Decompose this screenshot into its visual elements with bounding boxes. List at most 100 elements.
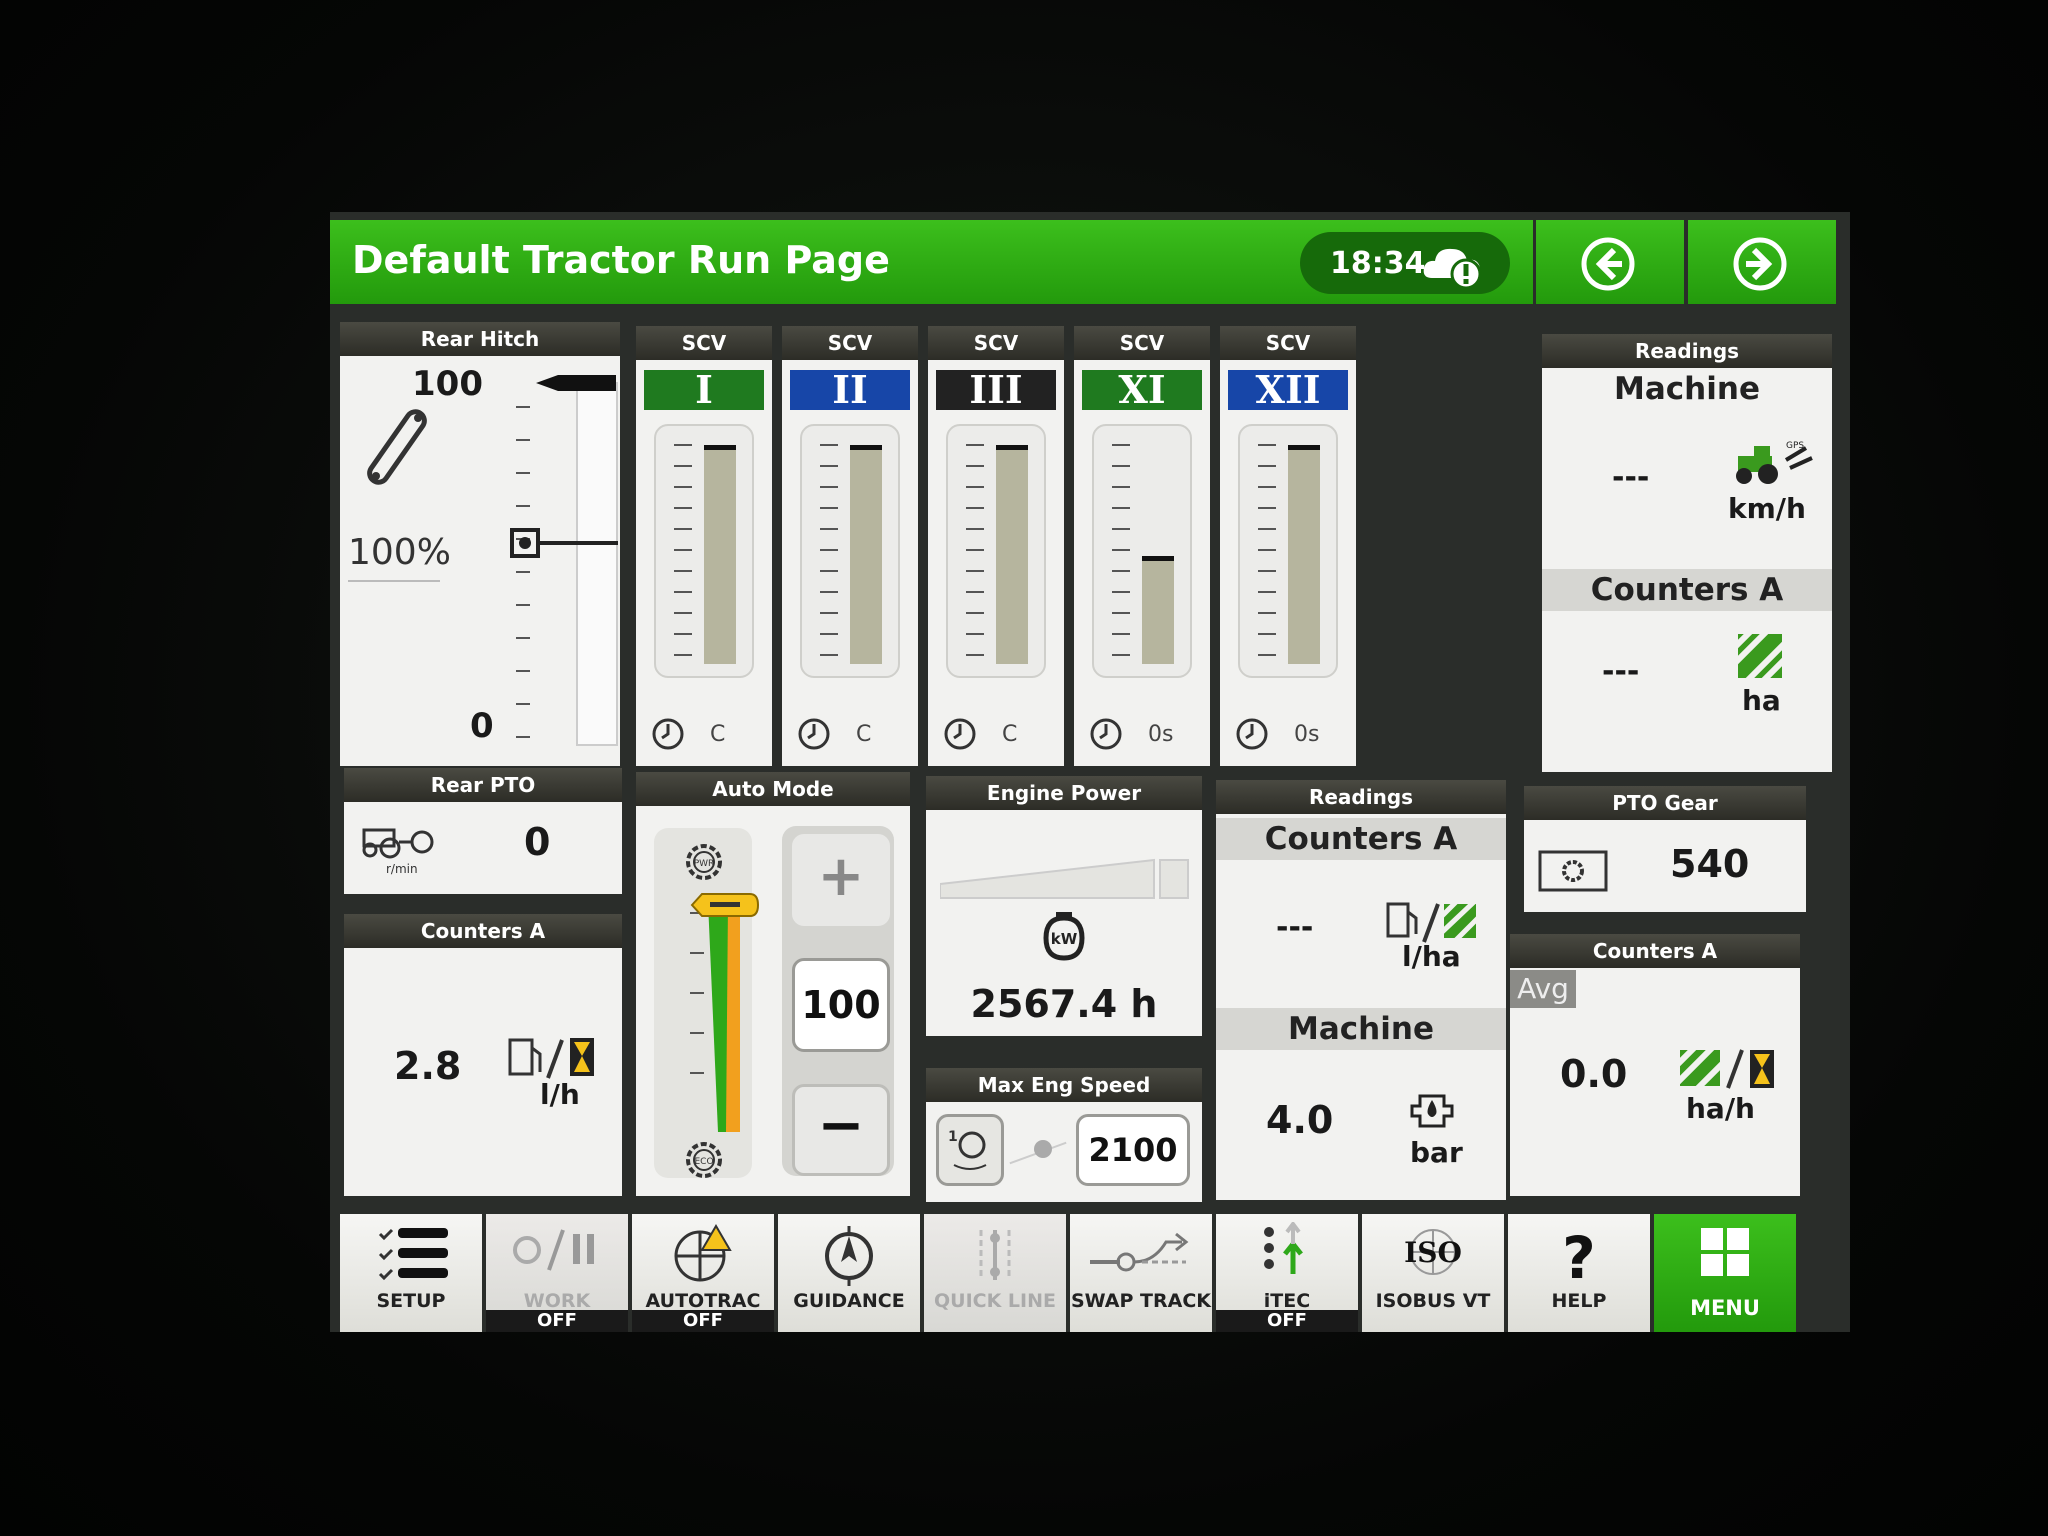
- work-button[interactable]: WORK OFF: [486, 1214, 628, 1332]
- timer-clock-icon: [798, 718, 830, 750]
- timer-clock-icon: [944, 718, 976, 750]
- itec-button[interactable]: iTEC OFF: [1216, 1214, 1358, 1332]
- readings-panel-top[interactable]: Readings Machine --- GPS km/h Counters A…: [1542, 334, 1832, 772]
- auto-mode-level-bar: [708, 902, 740, 1132]
- autotrac-steering-icon: [674, 1224, 732, 1282]
- quick-line-button[interactable]: QUICK LINE: [924, 1214, 1066, 1332]
- itec-sequence-icon: [1264, 1220, 1303, 1274]
- scv-panel-3[interactable]: SCV III C: [928, 326, 1064, 766]
- speed-link-dot: [1034, 1140, 1052, 1158]
- auto-mode-title: Auto Mode: [636, 772, 910, 806]
- readings-mid-machine-header: Machine: [1216, 1008, 1506, 1050]
- menu-button[interactable]: MENU: [1654, 1214, 1796, 1332]
- auto-mode-panel[interactable]: Auto Mode PWR ECO + 100 −: [636, 772, 910, 1196]
- scv-number-label: III: [936, 370, 1056, 410]
- eco-gear-label: ECO: [694, 1157, 713, 1167]
- toolbar-icon-wrap: [1070, 1222, 1212, 1288]
- scv-timer-value: 0s: [1294, 722, 1320, 747]
- fuel-per-area-icon: [1386, 900, 1480, 944]
- readings-panel-mid[interactable]: Readings Counters A --- l/ha Machine 4.0…: [1216, 780, 1506, 1200]
- pto-shaft-icon: [1538, 850, 1608, 892]
- pto-gear-panel[interactable]: PTO Gear 540: [1524, 786, 1806, 912]
- scv-title: SCV: [782, 326, 918, 360]
- eco-gear-icon: ECO: [686, 1142, 722, 1178]
- scv-number-label: II: [790, 370, 910, 410]
- engine-speed-icon: 1: [948, 1129, 987, 1170]
- scv-panel-1[interactable]: SCV I C: [636, 326, 772, 766]
- counters-right-panel[interactable]: Counters A Avg 0.0 ha/h: [1510, 934, 1800, 1196]
- pto-gear-value: 540: [1670, 842, 1750, 886]
- work-toggle-icon: [513, 1229, 594, 1271]
- auto-mode-value[interactable]: 100: [792, 958, 890, 1052]
- counters-left-title: Counters A: [344, 914, 622, 948]
- hitch-percent-divider: [348, 580, 440, 582]
- hitch-percent: 100%: [348, 532, 451, 573]
- isobus-globe-icon: ISO: [1404, 1229, 1462, 1275]
- toolbar-label: HELP: [1551, 1290, 1607, 1312]
- scv-panel-2[interactable]: SCV II C: [782, 326, 918, 766]
- auto-mode-ticks: [690, 912, 704, 1112]
- rear-pto-panel[interactable]: Rear PTO r/min 0: [344, 768, 622, 894]
- decrease-button[interactable]: −: [792, 1084, 890, 1176]
- svg-text:ISO: ISO: [1404, 1236, 1462, 1269]
- clock-badge[interactable]: 18:34: [1300, 232, 1510, 294]
- toolbar-state: OFF: [632, 1310, 774, 1332]
- readings-mid-fuel-value: ---: [1276, 910, 1314, 945]
- increase-button[interactable]: +: [792, 834, 890, 926]
- counters-right-value: 0.0: [1560, 1052, 1628, 1096]
- scv-timer[interactable]: 0s: [1088, 714, 1200, 754]
- gps-tractor-icon: GPS: [1736, 441, 1813, 484]
- forward-button[interactable]: [1688, 220, 1836, 304]
- timer-clock-icon: [1236, 718, 1268, 750]
- counters-left-panel[interactable]: Counters A 2.8 l/h: [344, 914, 622, 1196]
- scv-timer[interactable]: C: [650, 714, 762, 754]
- rear-hitch-panel[interactable]: Rear Hitch 100 0 100%: [340, 322, 620, 766]
- engine-power-panel[interactable]: Engine Power kW 2567.4 h: [926, 776, 1202, 1036]
- hitch-min-label: 0: [470, 706, 494, 746]
- area-hatch-icon: [1738, 634, 1782, 678]
- auto-mode-handle[interactable]: [688, 890, 760, 920]
- scv-flow-bar: [850, 445, 882, 664]
- guidance-button[interactable]: GUIDANCE: [778, 1214, 920, 1332]
- scv-ticks: [966, 444, 984, 658]
- quick-line-icon: [979, 1230, 1011, 1280]
- scv-title: SCV: [1074, 326, 1210, 360]
- readings-top-speed-unit: km/h: [1728, 492, 1806, 525]
- scv-timer[interactable]: C: [796, 714, 908, 754]
- scv-flow-gauge: [946, 424, 1046, 678]
- hitch-gauge-track: [576, 382, 618, 746]
- scv-panel-5[interactable]: SCV XII 0s: [1220, 326, 1356, 766]
- scv-timer[interactable]: C: [942, 714, 1054, 754]
- readings-top-counters-header: Counters A: [1542, 569, 1832, 611]
- power-gear-label: PWR: [694, 859, 715, 869]
- scv-panel-4[interactable]: SCV XI 0s: [1074, 326, 1210, 766]
- swap-track-button[interactable]: SWAP TRACK: [1070, 1214, 1212, 1332]
- toolbar-icon-wrap: [340, 1222, 482, 1288]
- toolbar-label: QUICK LINE: [934, 1290, 1056, 1312]
- max-eng-speed-value[interactable]: 2100: [1076, 1114, 1190, 1186]
- readings-mid-pressure-unit: bar: [1410, 1136, 1463, 1169]
- max-eng-speed-panel[interactable]: Max Eng Speed 1 2100: [926, 1068, 1202, 1202]
- rear-pto-unit: r/min: [386, 862, 418, 876]
- toolbar-label: AUTOTRAC: [645, 1290, 761, 1312]
- scv-ticks: [1258, 444, 1276, 658]
- scv-ticks: [1112, 444, 1130, 658]
- help-button[interactable]: ? HELP: [1508, 1214, 1650, 1332]
- isobus-vt-button[interactable]: ISO ISOBUS VT: [1362, 1214, 1504, 1332]
- arrow-left-icon: [1581, 237, 1635, 291]
- setup-button[interactable]: SETUP: [340, 1214, 482, 1332]
- autotrac-button[interactable]: AUTOTRAC OFF: [632, 1214, 774, 1332]
- hitch-setpoint-marker[interactable]: [536, 372, 618, 394]
- engine-speed-mode-button[interactable]: 1: [936, 1114, 1004, 1186]
- scv-title: SCV: [636, 326, 772, 360]
- guidance-compass-icon: [825, 1226, 873, 1286]
- scv-timer[interactable]: 0s: [1234, 714, 1346, 754]
- timer-clock-icon: [652, 718, 684, 750]
- fuel-per-time-icon: [508, 1038, 594, 1079]
- toolbar-label: MENU: [1690, 1296, 1760, 1320]
- menu-grid-icon: [1701, 1228, 1749, 1276]
- rear-pto-title: Rear PTO: [344, 768, 622, 802]
- display-screen: Default Tractor Run Page 18:34 Rear Hitc…: [330, 212, 1850, 1332]
- counters-left-value: 2.8: [394, 1044, 462, 1088]
- back-button[interactable]: [1536, 220, 1684, 304]
